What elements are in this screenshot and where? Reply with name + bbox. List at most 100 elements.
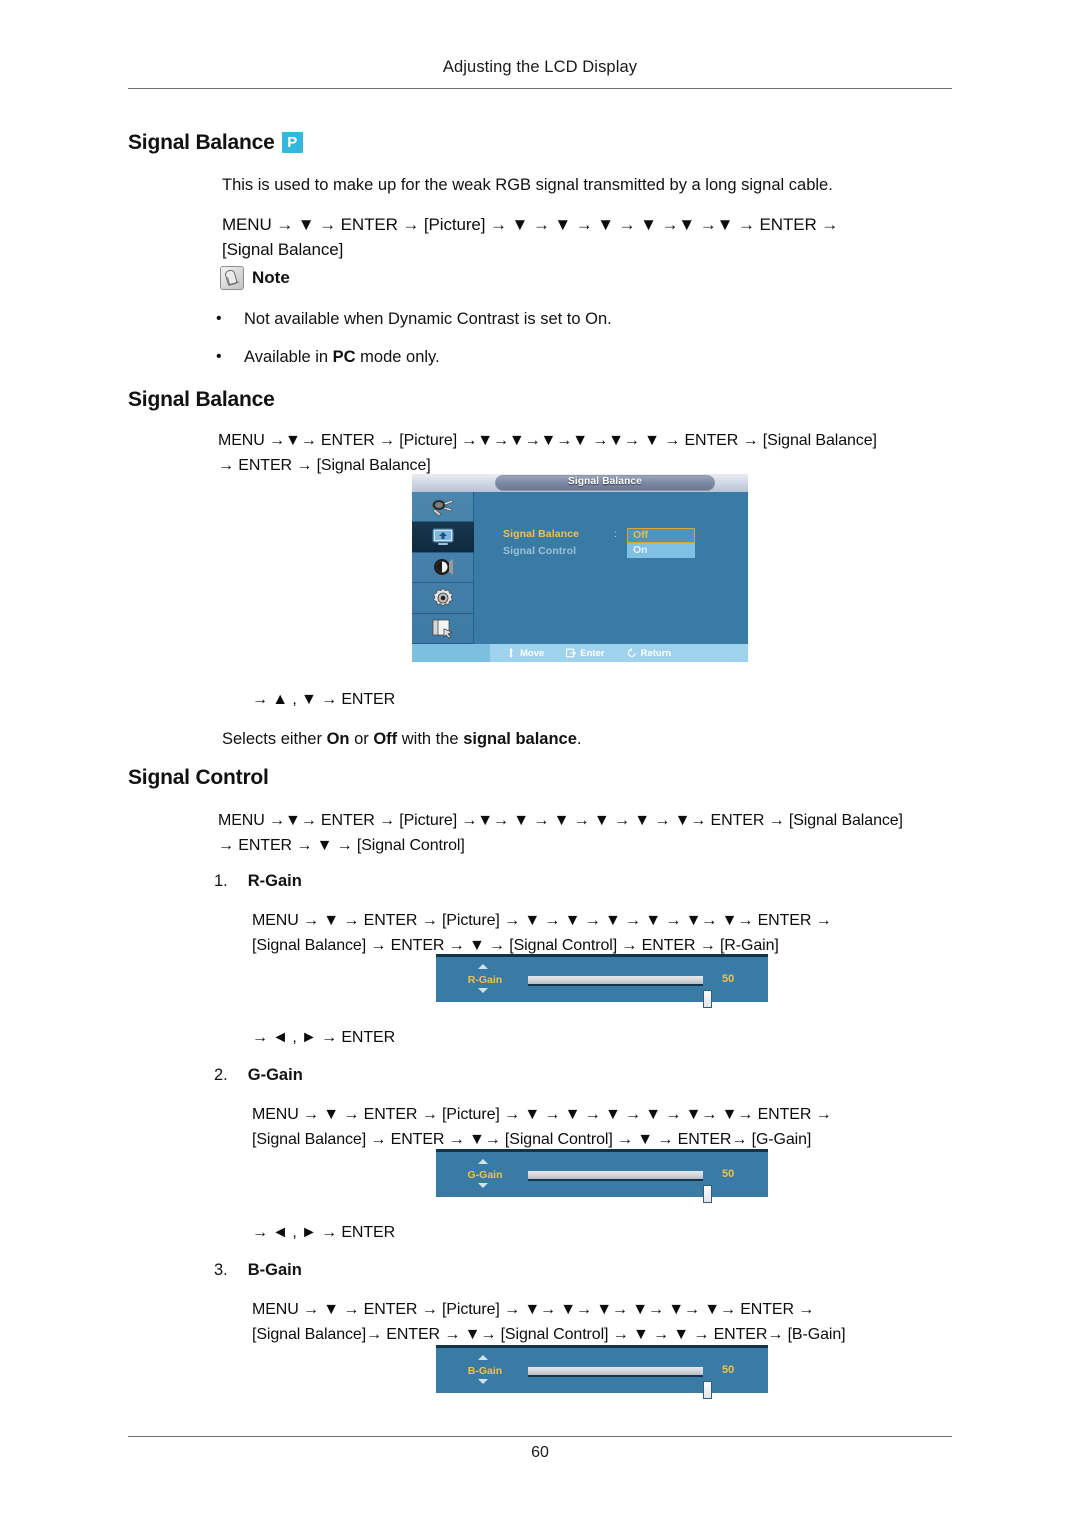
signal-balance-path: MENU →▼→ ENTER → [Picture] →▼→▼→▼→▼ →▼→ … <box>218 428 963 478</box>
osd-sidebar <box>412 492 474 644</box>
b-gain-up-arrow-icon[interactable] <box>478 1355 488 1360</box>
osd-row-signal-balance[interactable]: Signal Balance <box>503 528 579 540</box>
note-bullet-text: Not available when Dynamic Contrast is s… <box>244 310 612 328</box>
picture-icon <box>432 528 454 546</box>
heading-signal-balance: Signal Balance <box>128 388 275 412</box>
r-gain-path: MENU → ▼ → ENTER → [Picture] → ▼ → ▼ → ▼… <box>252 908 962 958</box>
g-gain-label: G-Gain <box>467 1169 503 1181</box>
osd-hint-label: Return <box>640 647 672 659</box>
gain-item-number: 3. <box>214 1261 228 1279</box>
b-gain-slider-track[interactable] <box>528 1367 712 1399</box>
osd-colon-separator: : <box>614 529 617 540</box>
signal-balance-after-path: → ▲ , ▼ → ENTER <box>252 691 396 708</box>
osd-option-off[interactable]: Off <box>627 528 695 543</box>
g-gain-up-arrow-icon[interactable] <box>478 1159 488 1164</box>
note-bullet-2: • Available in PC mode only. <box>216 348 440 367</box>
b-gain-slider-thumb[interactable] <box>703 1381 712 1399</box>
osd-sidebar-item-input[interactable] <box>412 492 474 523</box>
osd-sidebar-item-picture[interactable] <box>412 522 474 553</box>
note-label: Note <box>252 268 290 287</box>
g-gain-after-path: → ◄ , ► → ENTER <box>252 1224 396 1241</box>
g-gain-slider-thumb[interactable] <box>703 1185 712 1203</box>
gain-item-2-title: 2. G-Gain <box>214 1066 303 1085</box>
return-icon <box>627 648 636 657</box>
heading-text: Signal Control <box>128 766 269 789</box>
osd-footer-hints: Move Enter Return <box>490 648 671 659</box>
g-gain-path: MENU → ▼ → ENTER → [Picture] → ▼ → ▼ → ▼… <box>252 1102 962 1152</box>
setup-gear-icon <box>433 587 453 607</box>
osd-g-gain-slider-screenshot: G-Gain 50 <box>436 1149 768 1203</box>
heading-text: Signal Balance <box>128 388 275 411</box>
multi-control-icon <box>432 619 453 639</box>
osd-sidebar-item-multi-control[interactable] <box>412 614 474 644</box>
signal-balance-select-text-value: Selects either On or Off with the signal… <box>222 730 582 748</box>
signal-balance-overview-path: MENU → ▼ → ENTER → [Picture] → ▼ → ▼ → ▼… <box>222 212 962 262</box>
osd-r-gain-slider-screenshot: R-Gain 50 <box>436 954 768 1008</box>
osd-sidebar-item-sound[interactable] <box>412 553 474 584</box>
bullet-dot: • <box>216 310 222 327</box>
path-line-1: MENU →▼→ ENTER → [Picture] →▼→▼→▼→▼ →▼→ … <box>218 432 877 449</box>
osd-hint-move: Move <box>506 648 544 659</box>
path-line-1: MENU → ▼ → ENTER → [Picture] → ▼ → ▼ → ▼… <box>252 912 832 929</box>
signal-balance-select-text: Selects either On or Off with the signal… <box>222 728 582 750</box>
osd-row-signal-control[interactable]: Signal Control <box>503 545 576 557</box>
page-header-title: Adjusting the LCD Display <box>442 58 638 76</box>
gain-item-number: 2. <box>214 1066 228 1084</box>
gain-item-label: G-Gain <box>247 1066 303 1084</box>
r-gain-down-arrow-icon[interactable] <box>478 988 488 993</box>
osd-hint-enter: Enter <box>566 647 605 659</box>
r-gain-value: 50 <box>722 973 735 985</box>
osd-content-panel: Signal Balance Signal Control : Off On <box>475 492 748 644</box>
b-gain-path: MENU → ▼ → ENTER → [Picture] → ▼→ ▼→ ▼→ … <box>252 1297 962 1347</box>
osd-sidebar-item-setup[interactable] <box>412 583 474 614</box>
gain-item-label: R-Gain <box>247 872 302 890</box>
pc-mode-badge: P <box>281 132 303 153</box>
r-gain-slider-thumb[interactable] <box>703 990 712 1008</box>
g-gain-slider-track[interactable] <box>528 1171 712 1203</box>
r-gain-after-path: → ◄ , ► → ENTER <box>252 1029 396 1046</box>
manual-page: Adjusting the LCD Display Signal Balance… <box>0 0 1080 1527</box>
osd-option-on[interactable]: On <box>627 543 695 558</box>
osd-footer-bar: Move Enter Return <box>412 644 748 662</box>
osd-hint-return: Return <box>627 647 672 659</box>
osd-footer-left-block <box>412 644 490 662</box>
path-line-1: MENU → ▼ → ENTER → [Picture] → ▼ → ▼ → ▼… <box>252 1106 832 1123</box>
signal-control-path: MENU →▼→ ENTER → [Picture] →▼→ ▼ → ▼ → ▼… <box>218 808 963 858</box>
note-block: Note <box>220 266 290 290</box>
osd-hint-label: Move <box>520 647 545 659</box>
heading-signal-balance-overview: Signal Balance P <box>128 131 303 155</box>
g-gain-down-arrow-icon[interactable] <box>478 1183 488 1188</box>
gain-item-3-title: 3. B-Gain <box>214 1261 302 1280</box>
r-gain-label: R-Gain <box>467 974 503 986</box>
b-gain-label: B-Gain <box>467 1365 503 1377</box>
signal-balance-description: This is used to make up for the weak RGB… <box>222 176 833 194</box>
page-number: 60 <box>531 1444 549 1461</box>
gain-item-label: B-Gain <box>247 1261 302 1279</box>
gain-item-number: 1. <box>214 872 228 890</box>
path-line-2: [Signal Balance]→ ENTER → ▼→ [Signal Con… <box>252 1326 846 1343</box>
path-line-1: MENU → ▼ → ENTER → [Picture] → ▼→ ▼→ ▼→ … <box>252 1301 815 1318</box>
sound-icon <box>434 559 453 576</box>
path-line-2: → ENTER → ▼ → [Signal Control] <box>218 837 465 854</box>
path-line-2: [Signal Balance] <box>222 240 344 259</box>
note-bullet-1: • Not available when Dynamic Contrast is… <box>216 310 612 329</box>
r-gain-up-arrow-icon[interactable] <box>478 964 488 969</box>
b-gain-down-arrow-icon[interactable] <box>478 1379 488 1384</box>
osd-hint-label: Enter <box>580 647 605 659</box>
r-gain-slider-track[interactable] <box>528 976 712 1008</box>
path-line-1: MENU →▼→ ENTER → [Picture] →▼→ ▼ → ▼ → ▼… <box>218 812 903 829</box>
heading-signal-control: Signal Control <box>128 766 269 790</box>
header-divider <box>128 88 952 89</box>
gain-item-1-title: 1. R-Gain <box>214 872 302 891</box>
osd-signal-balance-screenshot: Signal Balance Signal Balance Signal Con… <box>412 474 748 662</box>
osd-title-text: Signal Balance <box>568 476 642 487</box>
bullet-dot: • <box>216 348 222 365</box>
note-pencil-icon <box>220 266 244 290</box>
path-line-1: MENU → ▼ → ENTER → [Picture] → ▼ → ▼ → ▼… <box>222 215 839 234</box>
note-bullet-text: Available in PC mode only. <box>244 348 440 366</box>
g-gain-value: 50 <box>722 1168 735 1180</box>
footer-divider <box>128 1436 952 1437</box>
b-gain-value: 50 <box>722 1364 735 1376</box>
heading-text: Signal Balance <box>128 131 275 154</box>
enter-icon <box>566 648 577 658</box>
